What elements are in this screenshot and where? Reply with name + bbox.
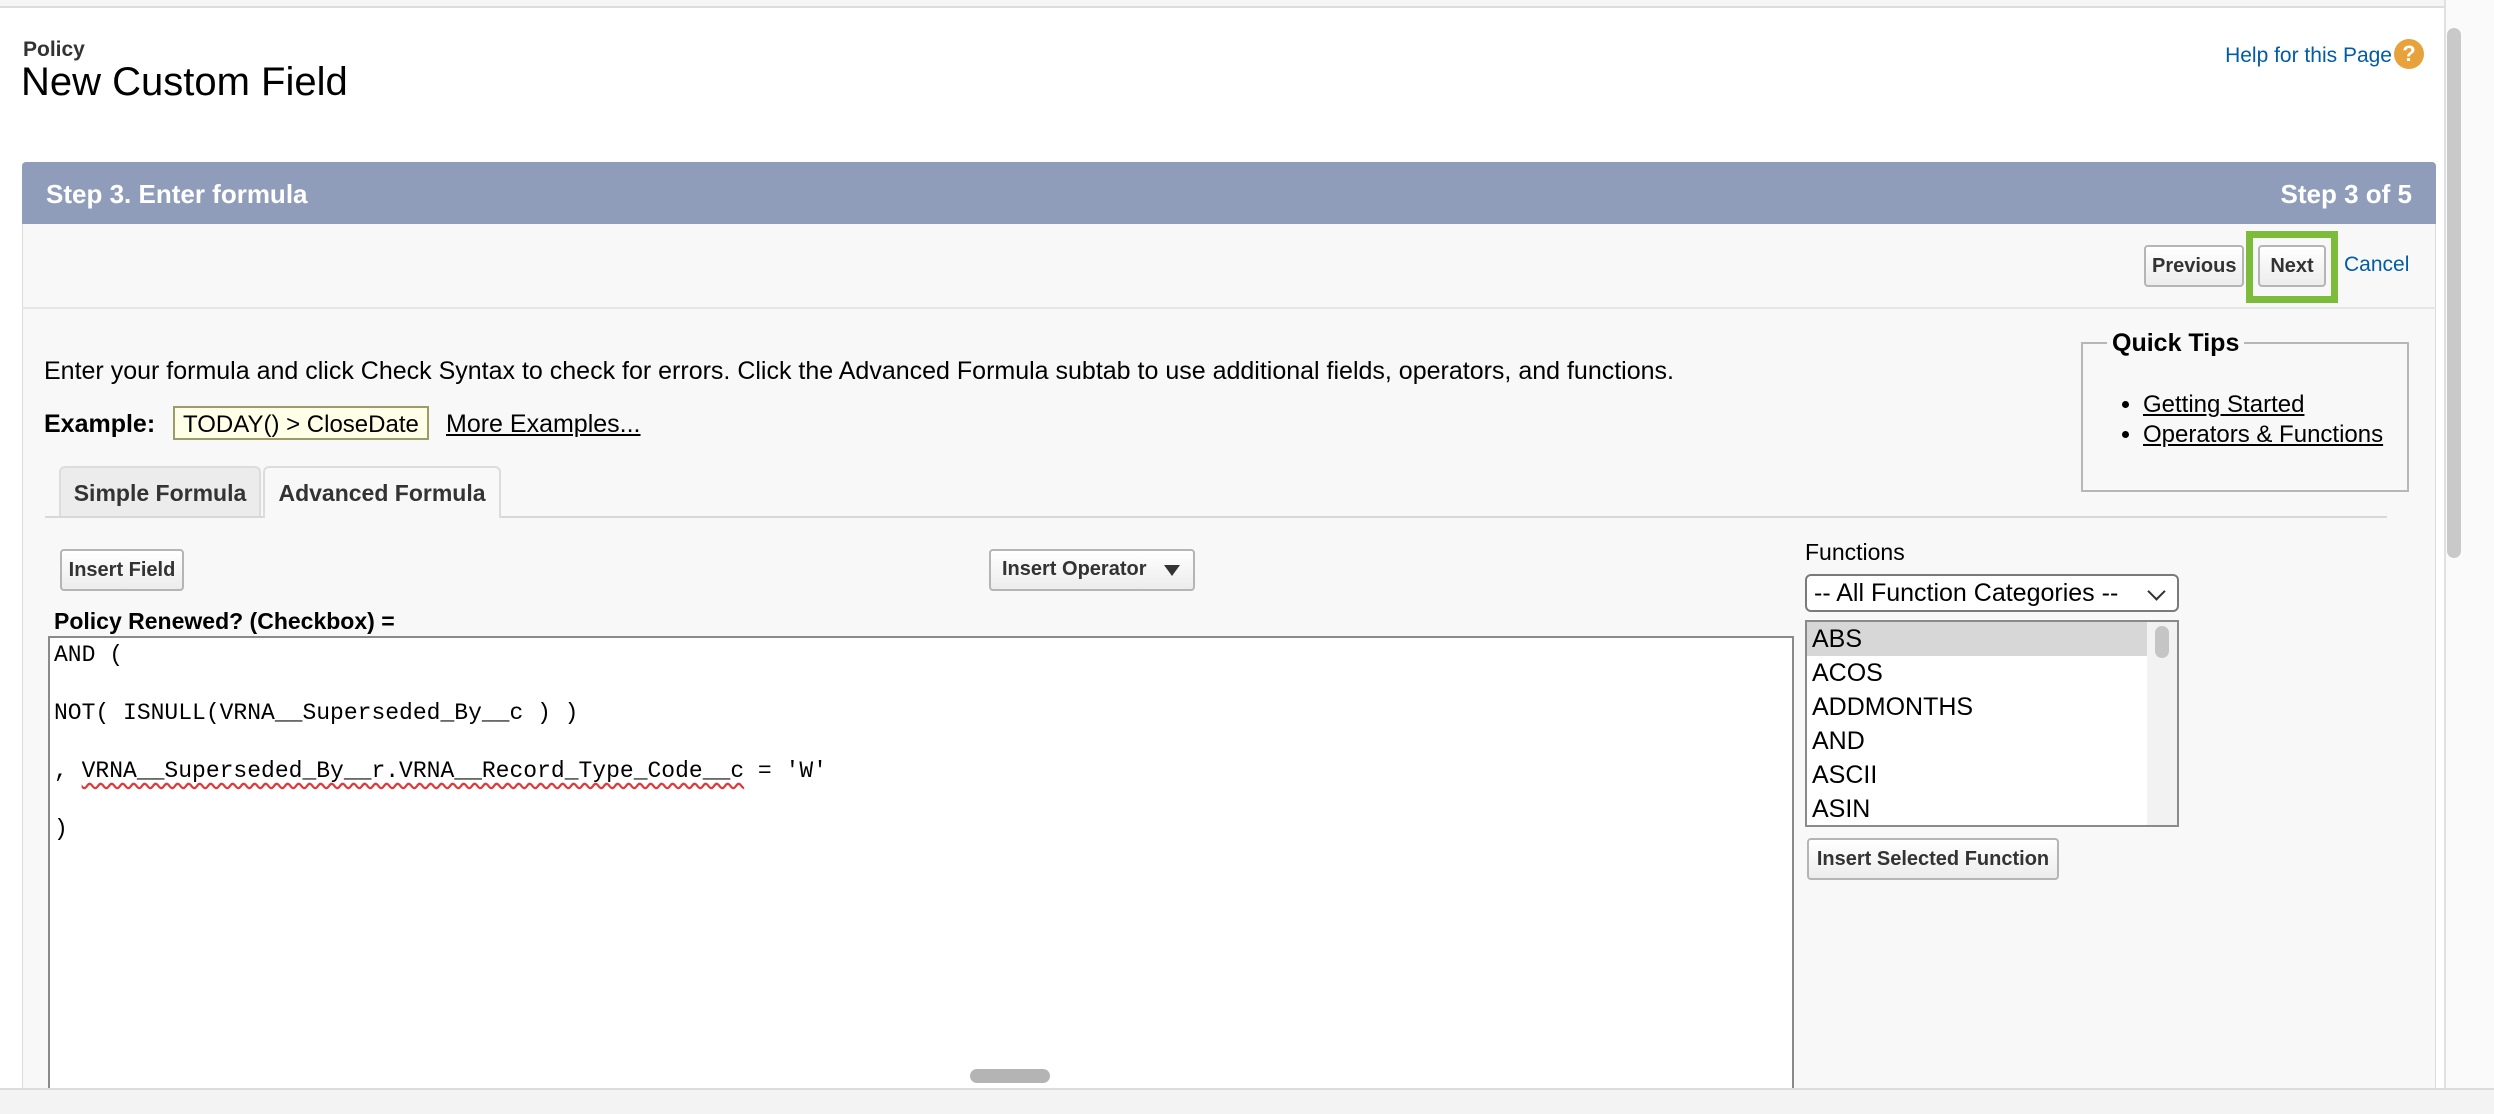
getting-started-link[interactable]: Getting Started [2143,391,2304,418]
window-bottom-edge [0,1088,2494,1114]
formula-field-label: Policy Renewed? (Checkbox) = [54,608,395,634]
object-type-label: Policy [23,38,85,61]
function-option-addmonths[interactable]: ADDMONTHS [1807,690,2147,724]
page-scrollbar-thumb[interactable] [2447,28,2461,558]
formula-text: , [54,758,82,784]
function-category-value: -- All Function Categories -- [1814,579,2119,607]
formula-text: = 'W' [744,758,827,784]
function-category-select[interactable]: -- All Function Categories -- [1805,574,2179,612]
tab-advanced-formula[interactable]: Advanced Formula [263,466,501,518]
function-option-acos[interactable]: ACOS [1807,656,2147,690]
formula-line: , VRNA__Superseded_By__r.VRNA__Record_Ty… [54,758,827,784]
function-option-abs[interactable]: ABS [1807,622,2147,656]
insert-field-button[interactable]: Insert Field [60,549,184,591]
functions-scrollbar-thumb[interactable] [2155,626,2169,658]
formula-line: ) [54,816,68,842]
operators-functions-link[interactable]: Operators & Functions [2143,421,2383,448]
function-option-asin[interactable]: ASIN [1807,792,2147,825]
divider [22,307,2436,309]
editor-resize-handle[interactable] [970,1069,1050,1083]
step-counter: Step 3 of 5 [2280,179,2412,209]
next-button[interactable]: Next [2258,245,2326,287]
help-icon[interactable]: ? [2394,39,2424,69]
quick-tip-item[interactable]: Getting Started [2143,390,2383,420]
page-title: New Custom Field [21,60,348,104]
example-code: TODAY() > CloseDate [173,406,429,440]
functions-scrollbar[interactable] [2147,622,2177,825]
cancel-link[interactable]: Cancel [2344,253,2409,277]
chevron-down-icon [2147,582,2166,601]
dropdown-arrow-icon [1164,565,1180,576]
functions-label: Functions [1805,539,1905,565]
quick-tips-list: Getting Started Operators & Functions [2115,390,2383,450]
spellcheck-underlined-text: VRNA__Superseded_By__r.VRNA__Record_Type… [81,758,745,784]
quick-tips-title: Quick Tips [2107,329,2245,358]
insert-operator-label: Insert Operator [1002,558,1147,580]
quick-tip-item[interactable]: Operators & Functions [2143,420,2383,450]
instructions-text: Enter your formula and click Check Synta… [44,357,1674,385]
step-title: Step 3. Enter formula [46,179,308,209]
formula-line: NOT( ISNULL(VRNA__Superseded_By__c ) ) [54,700,579,726]
function-option-and[interactable]: AND [1807,724,2147,758]
window-top-edge [0,0,2444,8]
more-examples-link[interactable]: More Examples... [446,410,641,439]
functions-listbox[interactable]: ABS ACOS ADDMONTHS AND ASCII ASIN [1805,620,2179,827]
function-option-ascii[interactable]: ASCII [1807,758,2147,792]
formula-line: AND ( [54,642,124,668]
active-tab-gap [265,516,499,518]
insert-operator-button[interactable]: Insert Operator [989,549,1195,591]
example-label: Example: [44,410,156,438]
tab-simple-formula[interactable]: Simple Formula [59,466,261,516]
formula-editor[interactable]: AND ( NOT( ISNULL(VRNA__Superseded_By__c… [48,636,1794,1096]
help-link[interactable]: Help for this Page [2225,44,2392,68]
insert-selected-function-button[interactable]: Insert Selected Function [1807,838,2059,880]
quick-tips-box: Quick Tips Getting Started Operators & F… [2081,329,2409,492]
step-header-bar: Step 3. Enter formula Step 3 of 5 [22,162,2436,224]
previous-button[interactable]: Previous [2144,245,2244,287]
